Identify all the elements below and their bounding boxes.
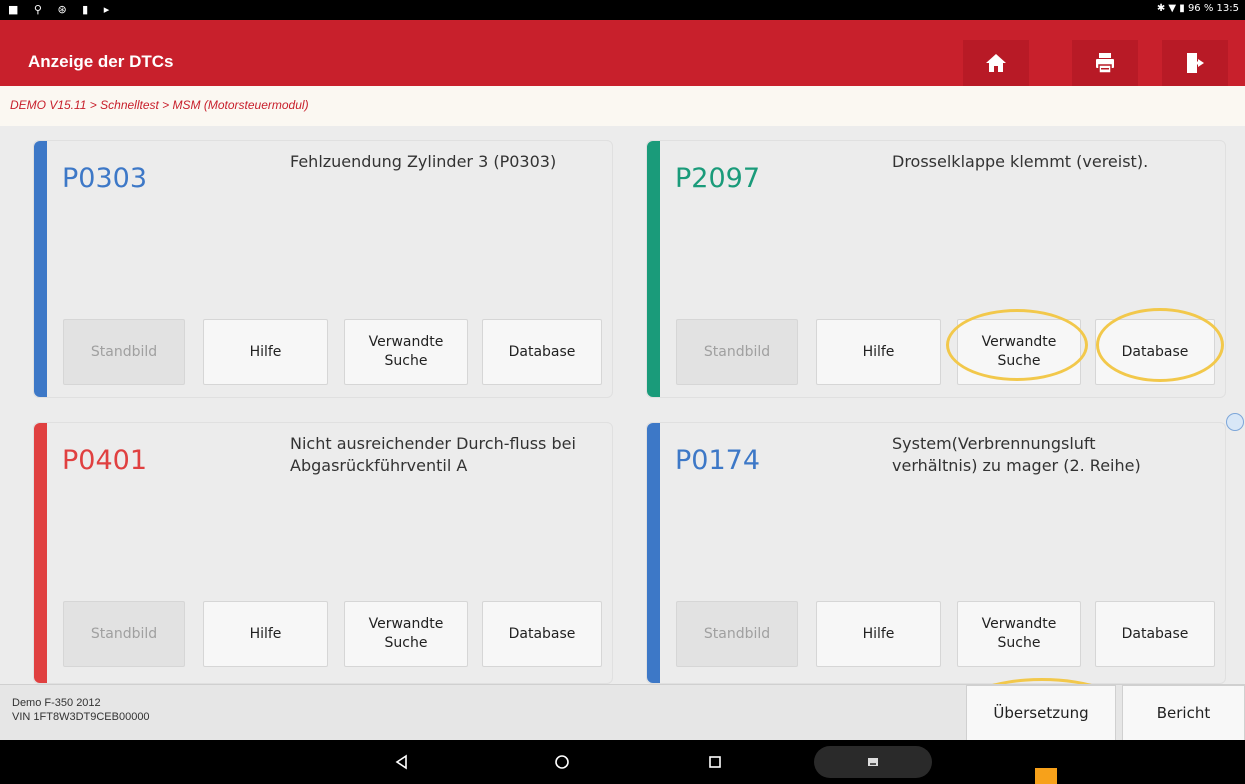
home-button[interactable] xyxy=(963,40,1029,86)
dtc-code: P0401 xyxy=(62,445,147,476)
page-title: Anzeige der DTCs xyxy=(28,52,174,71)
home-nav-button[interactable] xyxy=(550,750,574,774)
circle-icon xyxy=(555,755,569,769)
dtc-description: Fehlzuendung Zylinder 3 (P0303) xyxy=(290,152,557,171)
dtc-color-bar xyxy=(34,141,47,397)
exit-button[interactable] xyxy=(1162,40,1228,86)
system-nav-bar xyxy=(0,740,1245,784)
dtc-code: P0303 xyxy=(62,163,147,194)
help-button[interactable]: Hilfe xyxy=(203,319,328,385)
related-search-button[interactable]: Verwandte Suche xyxy=(344,601,468,667)
dtc-color-bar xyxy=(647,141,660,397)
vehicle-name: Demo F-350 2012 xyxy=(12,697,101,709)
dtc-code: P0174 xyxy=(675,445,760,476)
database-button[interactable]: Database xyxy=(482,319,602,385)
database-button[interactable]: Database xyxy=(1095,319,1215,385)
print-button[interactable] xyxy=(1072,40,1138,86)
exit-icon xyxy=(1187,53,1204,73)
status-indicators: ✱ ▼ ▮ 96 % 13:5 xyxy=(1156,3,1239,14)
database-button[interactable]: Database xyxy=(482,601,602,667)
report-button[interactable]: Bericht xyxy=(1122,685,1245,741)
recents-button[interactable] xyxy=(703,750,727,774)
help-button[interactable]: Hilfe xyxy=(816,319,941,385)
dtc-card: P0303 Fehlzuendung Zylinder 3 (P0303) St… xyxy=(33,140,613,398)
floating-assistant-icon[interactable] xyxy=(1226,413,1244,431)
notification-icons: ■ ⚲ ⊛ ▮ ▸ xyxy=(8,3,116,16)
status-bar: ■ ⚲ ⊛ ▮ ▸ ✱ ▼ ▮ 96 % 13:5 xyxy=(0,0,1245,20)
header-bar: Anzeige der DTCs xyxy=(0,20,1245,86)
home-icon xyxy=(986,54,1006,72)
related-search-button[interactable]: Verwandte Suche xyxy=(957,601,1081,667)
dtc-description: System(Verbrennungsluft verhältnis) zu m… xyxy=(892,434,1141,475)
help-button[interactable]: Hilfe xyxy=(203,601,328,667)
screenshot-pill[interactable] xyxy=(814,746,932,778)
bottom-bar: Demo F-350 2012 VIN 1FT8W3DT9CEB00000 Üb… xyxy=(0,684,1245,741)
orange-marker xyxy=(1035,768,1057,784)
print-icon xyxy=(1096,53,1114,74)
dtc-color-bar xyxy=(34,423,47,683)
help-button[interactable]: Hilfe xyxy=(816,601,941,667)
dtc-card: P0174 System(Verbrennungsluft verhältnis… xyxy=(646,422,1226,684)
back-icon xyxy=(395,754,407,770)
dtc-code: P2097 xyxy=(675,163,760,194)
freeze-frame-button[interactable]: Standbild xyxy=(676,319,798,385)
freeze-frame-button[interactable]: Standbild xyxy=(63,601,185,667)
translation-button[interactable]: Übersetzung xyxy=(966,685,1116,741)
related-search-button[interactable]: Verwandte Suche xyxy=(344,319,468,385)
screenshot-icon xyxy=(868,758,878,766)
related-search-button[interactable]: Verwandte Suche xyxy=(957,319,1081,385)
freeze-frame-button[interactable]: Standbild xyxy=(63,319,185,385)
dtc-description: Nicht ausreichender Durch-fluss bei Abga… xyxy=(290,434,576,475)
dtc-card: P2097 Drosselklappe klemmt (vereist). St… xyxy=(646,140,1226,398)
square-icon xyxy=(709,756,721,768)
dtc-description: Drosselklappe klemmt (vereist). xyxy=(892,152,1149,171)
database-button[interactable]: Database xyxy=(1095,601,1215,667)
vehicle-info: Demo F-350 2012 VIN 1FT8W3DT9CEB00000 xyxy=(12,696,150,724)
dtc-color-bar xyxy=(647,423,660,683)
back-button[interactable] xyxy=(390,750,414,774)
breadcrumb: DEMO V15.11 > Schnelltest > MSM (Motorst… xyxy=(0,86,1245,126)
freeze-frame-button[interactable]: Standbild xyxy=(676,601,798,667)
dtc-card: P0401 Nicht ausreichender Durch-fluss be… xyxy=(33,422,613,684)
vehicle-vin: VIN 1FT8W3DT9CEB00000 xyxy=(12,711,150,723)
